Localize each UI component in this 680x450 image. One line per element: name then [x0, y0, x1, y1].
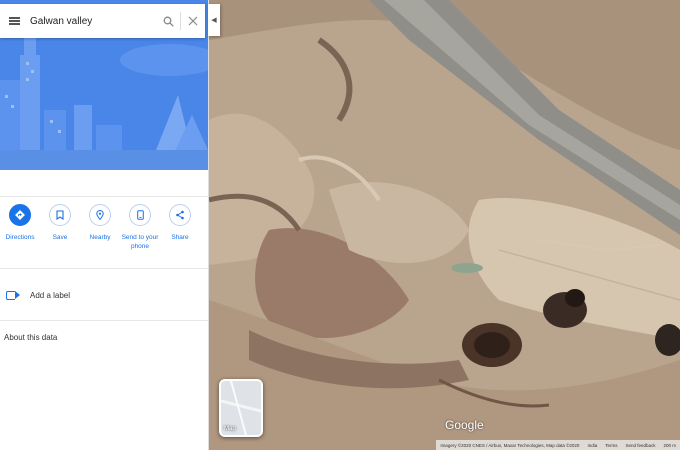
chevron-left-icon: ◀	[211, 17, 217, 24]
satellite-map[interactable]	[209, 0, 680, 450]
share-icon	[169, 204, 191, 226]
country-link[interactable]: India	[587, 443, 597, 448]
scale-label[interactable]: 200 m	[663, 443, 676, 448]
phone-icon	[129, 204, 151, 226]
search-icon[interactable]	[156, 4, 180, 38]
send-to-phone-label: Send to your phone	[121, 234, 159, 250]
share-label: Share	[171, 234, 189, 241]
directions-button[interactable]: Directions	[0, 204, 40, 251]
save-button[interactable]: Save	[40, 204, 80, 251]
search-input[interactable]: Galwan valley	[28, 16, 156, 27]
hamburger-menu-icon[interactable]	[0, 4, 28, 38]
add-label-row[interactable]: Add a label	[0, 284, 208, 306]
directions-label: Directions	[5, 234, 35, 241]
close-icon[interactable]	[181, 4, 205, 38]
side-panel: Galwan valley Directions Save Nearby Sen…	[0, 0, 209, 450]
google-logo: Google	[445, 418, 484, 432]
nearby-pin-icon	[89, 204, 111, 226]
terms-link[interactable]: Terms	[605, 443, 617, 448]
bookmark-icon	[49, 204, 71, 226]
about-this-data-link[interactable]: About this data	[4, 333, 57, 342]
nearby-button[interactable]: Nearby	[80, 204, 120, 251]
directions-icon	[9, 204, 31, 226]
save-label: Save	[52, 234, 68, 241]
add-label-text: Add a label	[30, 290, 71, 300]
divider	[0, 320, 208, 321]
map-attribution-bar: Imagery ©2020 CNES / Airbus, Maxar Techn…	[436, 440, 680, 450]
nearby-label: Nearby	[89, 234, 111, 241]
send-to-phone-button[interactable]: Send to your phone	[120, 204, 160, 251]
imagery-attribution: Imagery ©2020 CNES / Airbus, Maxar Techn…	[440, 442, 580, 448]
search-box: Galwan valley	[0, 4, 205, 38]
share-button[interactable]: Share	[160, 204, 200, 251]
label-icon	[6, 290, 20, 300]
map-layer-toggle[interactable]: Map	[219, 379, 263, 437]
divider	[0, 268, 208, 269]
action-buttons: Directions Save Nearby Send to your phon…	[0, 204, 208, 251]
collapse-panel-button[interactable]: ◀	[208, 4, 220, 36]
send-feedback-link[interactable]: Send feedback	[625, 443, 655, 448]
map-layer-label: Map	[224, 426, 236, 432]
divider	[0, 196, 208, 197]
